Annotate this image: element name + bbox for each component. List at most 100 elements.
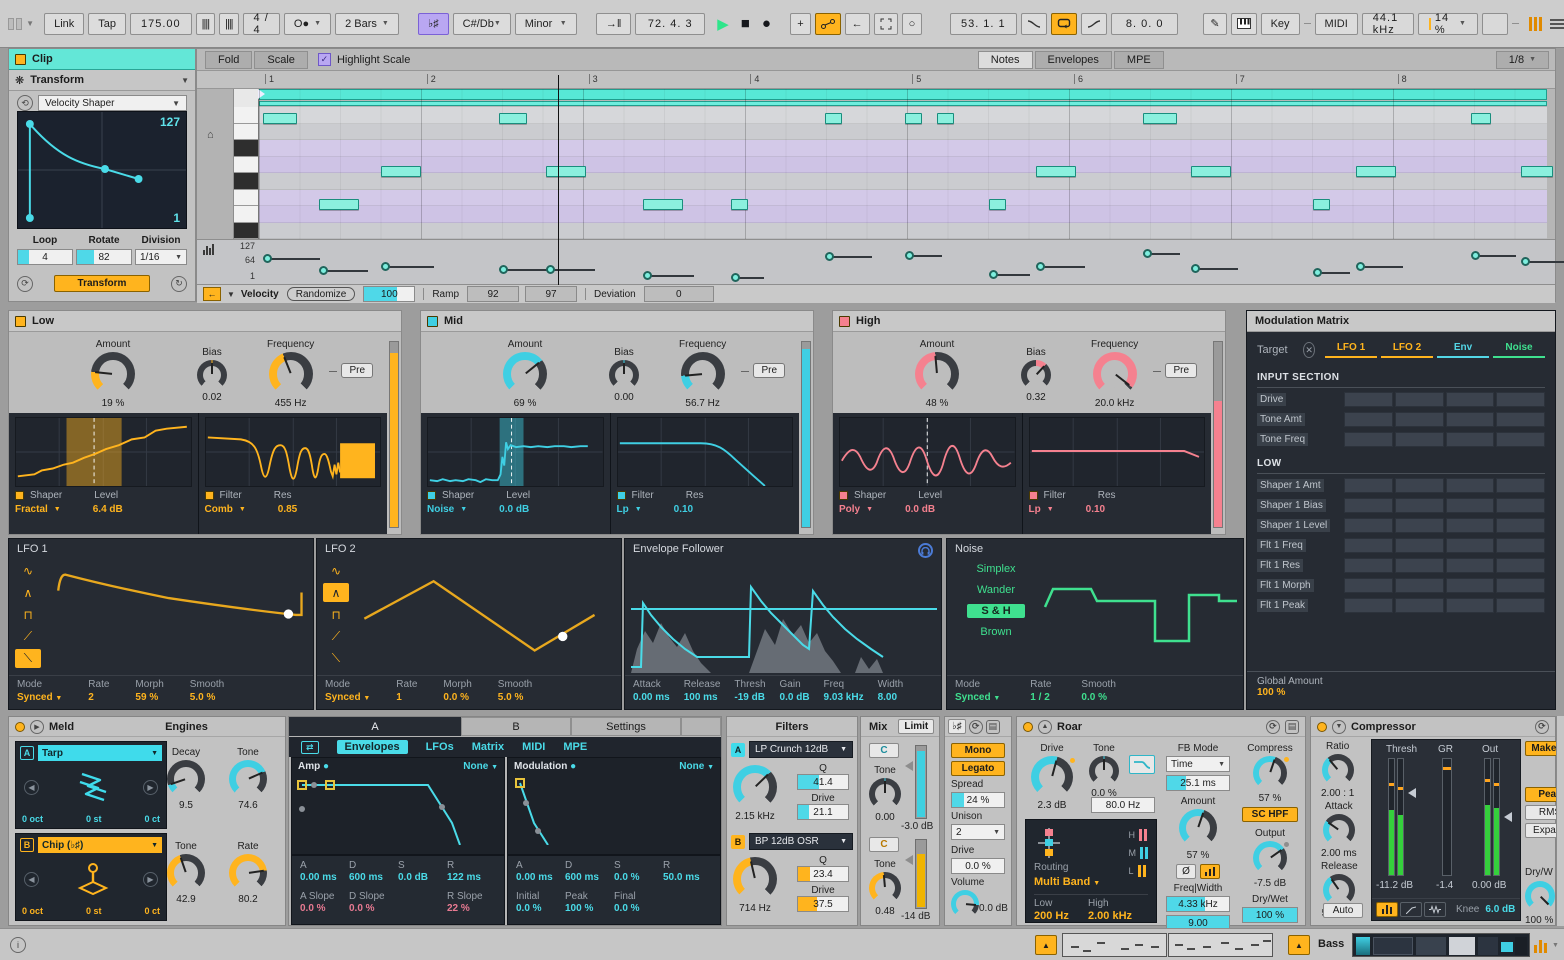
- lfo2-morph[interactable]: 0.0 %: [443, 692, 471, 703]
- next-osc-arrow[interactable]: ▶: [143, 872, 158, 887]
- tap-tempo-button[interactable]: Tap: [88, 13, 126, 35]
- fb-freq-field[interactable]: 4.33 kHz: [1166, 896, 1230, 912]
- lfo1-mode-menu[interactable]: Synced ▼: [17, 692, 62, 703]
- play-button[interactable]: ▶: [717, 15, 729, 33]
- tab-settings[interactable]: Settings: [571, 717, 681, 736]
- stop-button[interactable]: ■: [741, 15, 750, 32]
- matrix-cell[interactable]: [1344, 538, 1393, 553]
- collapsed-view-button[interactable]: [1376, 902, 1398, 917]
- low-bias-knob[interactable]: [197, 360, 227, 390]
- midi-note[interactable]: [1191, 166, 1231, 177]
- amp-env-value[interactable]: 0.0 %: [349, 903, 398, 914]
- engine-b-rate-knob[interactable]: [229, 854, 267, 892]
- loop-length-field[interactable]: 8. 0. 0: [1111, 13, 1178, 35]
- mix-a-level-meter[interactable]: [915, 745, 927, 819]
- high-bias-knob[interactable]: [1021, 360, 1051, 390]
- randomize-amount-field[interactable]: 100: [363, 286, 415, 302]
- matrix-cell[interactable]: [1446, 412, 1495, 427]
- filter-b-q-field[interactable]: 23.4: [797, 866, 849, 882]
- lfo-wave-2[interactable]: ⊓: [15, 605, 41, 624]
- matrix-cell[interactable]: [1344, 412, 1393, 427]
- midi-note[interactable]: [1521, 166, 1553, 177]
- matrix-cell[interactable]: [1496, 558, 1545, 573]
- velocity-marker[interactable]: [905, 251, 914, 260]
- lfo-wave-1[interactable]: ∧: [323, 583, 349, 602]
- scale-menu[interactable]: Minor▼: [515, 13, 577, 35]
- matrix-cell[interactable]: [1344, 478, 1393, 493]
- dry-wet-knob[interactable]: [1525, 881, 1555, 911]
- meter-icon[interactable]: [1534, 939, 1547, 953]
- velocity-lane[interactable]: 127 64 1: [197, 239, 1555, 285]
- roar-tone-knob[interactable]: [1089, 756, 1119, 786]
- low-pre-button[interactable]: Pre: [341, 363, 373, 378]
- time-signature-field[interactable]: 4 / 4: [243, 13, 280, 35]
- lfo-wave-1[interactable]: ∧: [15, 583, 41, 602]
- matrix-cell[interactable]: [1446, 598, 1495, 613]
- mid-shaper-level[interactable]: 0.0 dB: [499, 504, 529, 515]
- key-map-button[interactable]: Key: [1261, 13, 1300, 35]
- link-envelopes-icon[interactable]: ⇄: [301, 741, 319, 754]
- clip-overview-toggle[interactable]: ▲: [1035, 935, 1057, 955]
- window-icon[interactable]: [8, 18, 22, 30]
- metronome-button[interactable]: O●▼: [284, 13, 331, 35]
- drive-field[interactable]: 0.0 %: [951, 858, 1005, 874]
- clip-tab[interactable]: Clip: [9, 49, 195, 70]
- fb-freeze-button[interactable]: [1200, 864, 1220, 879]
- piano-key[interactable]: [234, 107, 258, 124]
- low-filter-res[interactable]: 0.85: [278, 504, 297, 515]
- velocity-marker[interactable]: [989, 270, 998, 279]
- lfo1-morph[interactable]: 59 %: [135, 692, 163, 703]
- matrix-cell[interactable]: [1496, 518, 1545, 533]
- preview-play-icon[interactable]: ▶: [30, 720, 44, 734]
- scale-awareness-button[interactable]: ♭♯: [948, 719, 966, 734]
- velocity-marker[interactable]: [1356, 262, 1365, 271]
- matrix-cell[interactable]: [1446, 432, 1495, 447]
- engine-b-osc-menu[interactable]: Chip (♭♯)▼: [38, 837, 162, 853]
- noise-type-1[interactable]: Wander: [967, 583, 1025, 597]
- matrix-cell[interactable]: [1344, 518, 1393, 533]
- midi-note[interactable]: [381, 166, 421, 177]
- mod-env-value[interactable]: 0.0 %: [516, 903, 565, 914]
- filter-b-drive-field[interactable]: 37.5: [797, 896, 849, 912]
- tab-engine-b[interactable]: B: [461, 717, 571, 736]
- rotate-field[interactable]: 82: [76, 249, 132, 265]
- midi-note[interactable]: [1471, 113, 1491, 124]
- fb-time-field[interactable]: 25.1 ms: [1166, 775, 1230, 791]
- save-icon[interactable]: ▤: [986, 720, 1000, 734]
- velocity-marker[interactable]: [499, 265, 508, 274]
- mid-amount-knob[interactable]: [503, 352, 547, 396]
- matrix-cell[interactable]: [1344, 498, 1393, 513]
- volume-value[interactable]: 0.0 dB: [979, 903, 1008, 914]
- midi-note[interactable]: [1143, 113, 1177, 124]
- mod-env-value[interactable]: 0.0 %: [614, 903, 663, 914]
- loop-button[interactable]: [1051, 13, 1077, 35]
- automation-arm-button[interactable]: +: [790, 13, 810, 35]
- mix-b-tone-knob[interactable]: [869, 872, 901, 904]
- noise-type-3[interactable]: Brown: [967, 625, 1025, 639]
- midi-note[interactable]: [1036, 166, 1076, 177]
- high-amount-knob[interactable]: [915, 352, 959, 396]
- modulation-envelope-display[interactable]: Modulation ●None ▼: [507, 757, 721, 855]
- mixer-view-toggle[interactable]: [1529, 17, 1542, 31]
- mono-button[interactable]: Mono: [951, 743, 1005, 758]
- velocity-marker[interactable]: [319, 266, 328, 275]
- matrix-cell[interactable]: [1344, 558, 1393, 573]
- lane-menu-arrow[interactable]: ▼: [227, 290, 235, 299]
- arrangement-position-field[interactable]: 72. 4. 3: [635, 13, 705, 35]
- mix-b-crossfade-button[interactable]: C: [869, 837, 899, 852]
- nudge-down-button[interactable]: ||||: [196, 13, 215, 35]
- low-shaper-type-menu[interactable]: Fractal: [15, 504, 48, 515]
- draw-mode-button[interactable]: ✎: [1203, 13, 1226, 35]
- transform-apply-button[interactable]: Transform: [54, 275, 150, 292]
- envfollower-param[interactable]: 100 ms: [684, 692, 721, 703]
- subtab-lfos[interactable]: LFOs: [426, 741, 454, 753]
- matrix-cell[interactable]: [1344, 432, 1393, 447]
- low-frequency-knob[interactable]: [269, 352, 313, 396]
- low-shaper-level[interactable]: 6.4 dB: [93, 504, 123, 515]
- midi-note[interactable]: [1356, 166, 1396, 177]
- velocity-marker[interactable]: [1521, 257, 1530, 266]
- matrix-cell[interactable]: [1496, 598, 1545, 613]
- computer-midi-keyboard-button[interactable]: [1231, 13, 1257, 35]
- velocity-marker[interactable]: [1191, 264, 1200, 273]
- ramp-start-field[interactable]: 92: [467, 286, 519, 302]
